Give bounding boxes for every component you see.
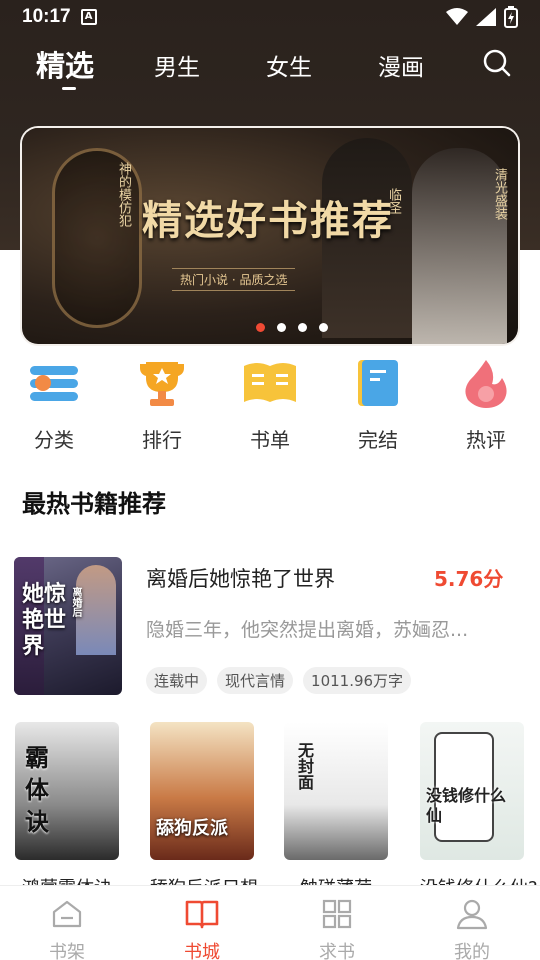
category-classify[interactable]: 分类 <box>14 358 94 453</box>
book-cover[interactable]: 霸体诀 <box>15 722 119 860</box>
category-label: 书单 <box>250 428 290 452</box>
featured-book[interactable]: 她惊艳世界 离婚后 离婚后她惊艳了世界 5.76分 隐婚三年，他突然提出离婚，苏… <box>14 557 526 697</box>
notification-a-icon: A <box>80 9 97 25</box>
book-card[interactable]: 舔狗反派 舔狗反派只想 <box>150 722 258 900</box>
book-cover[interactable]: 舔狗反派 <box>150 722 254 860</box>
nav-request-book[interactable]: 求书 <box>297 898 377 960</box>
signal-icon <box>476 8 496 26</box>
nav-profile[interactable]: 我的 <box>432 898 512 960</box>
flame-icon <box>465 360 507 408</box>
category-shortcuts: 分类 排行 书单 完结 热评 <box>0 358 540 458</box>
book-cover[interactable]: 无封面 <box>284 722 388 860</box>
battery-icon <box>504 6 518 28</box>
bookshelf-icon <box>52 900 82 928</box>
wifi-icon <box>446 8 468 25</box>
nav-bookstore[interactable]: 书城 <box>162 898 242 960</box>
category-label: 完结 <box>358 428 398 452</box>
search-icon[interactable] <box>482 48 512 78</box>
category-hot-reviews[interactable]: 热评 <box>446 358 526 453</box>
promo-banner[interactable]: 神的模仿犯 临圣 清光盛装 精选好书推荐 热门小说 · 品质之选 <box>22 128 518 344</box>
section-title: 最热书籍推荐 <box>22 490 166 518</box>
carousel-dot[interactable] <box>298 323 307 332</box>
banner-vertical-title-3: 清光盛装 <box>492 168 507 220</box>
carousel-dot[interactable] <box>256 323 265 332</box>
category-ranking[interactable]: 排行 <box>122 358 202 453</box>
book-card[interactable]: 霸体诀 鸿蒙霸体诀 <box>15 722 119 900</box>
tab-female[interactable]: 女生 <box>266 48 312 82</box>
nav-bookshelf[interactable]: 书架 <box>27 898 107 960</box>
book-card[interactable]: 没钱修什么仙 没钱修什么仙? <box>420 722 538 900</box>
category-label: 分类 <box>34 428 74 452</box>
top-nav: 精选 男生 女生 漫画 <box>0 38 540 98</box>
status-tag: 连载中 <box>146 667 208 694</box>
featured-book-description: 隐婚三年，他突然提出离婚，苏婳忍... <box>146 619 469 641</box>
featured-book-tags: 连载中 现代言情 1011.96万字 <box>146 667 412 694</box>
status-icons <box>446 6 518 28</box>
notebook-icon <box>358 360 398 406</box>
cover-subtitle-text: 离婚后 <box>70 587 81 617</box>
banner-title: 精选好书推荐 <box>142 197 394 244</box>
tab-male[interactable]: 男生 <box>154 48 200 82</box>
status-time: 10:17 <box>22 6 71 27</box>
carousel-dot[interactable] <box>319 323 328 332</box>
carousel-dot[interactable] <box>277 323 286 332</box>
category-label: 热评 <box>466 428 506 452</box>
user-icon <box>456 899 488 930</box>
nav-label: 书城 <box>184 942 220 960</box>
cover-title-text: 没钱修什么仙 <box>426 786 507 825</box>
bottom-nav: 书架 书城 求书 我的 <box>0 885 540 960</box>
trophy-icon <box>140 362 184 406</box>
word-count-tag: 1011.96万字 <box>303 667 412 694</box>
list-icon <box>30 366 78 401</box>
genre-tag: 现代言情 <box>217 667 294 694</box>
featured-book-cover[interactable]: 她惊艳世界 离婚后 <box>14 557 122 695</box>
tab-comics[interactable]: 漫画 <box>378 48 424 82</box>
book-icon <box>185 900 219 929</box>
category-booklist[interactable]: 书单 <box>230 358 310 453</box>
featured-book-title[interactable]: 离婚后她惊艳了世界 <box>146 563 335 593</box>
featured-book-score: 5.76分 <box>434 567 504 591</box>
cover-title-text: 无封面 <box>295 742 314 790</box>
grid-icon <box>322 899 352 929</box>
carousel-dots <box>22 323 518 332</box>
nav-label: 求书 <box>319 942 355 960</box>
cover-title-text: 霸体诀 <box>25 743 49 836</box>
book-grid: 霸体诀 鸿蒙霸体诀 舔狗反派 舔狗反派只想 无封面 触碰薄荷 没钱修什么仙 没钱… <box>0 722 540 899</box>
tab-featured[interactable]: 精选 <box>36 43 94 85</box>
nav-label: 我的 <box>454 942 490 960</box>
cover-title-text: 舔狗反派 <box>156 818 228 839</box>
category-completed[interactable]: 完结 <box>338 358 418 453</box>
banner-vertical-title-1: 神的模仿犯 <box>116 162 131 227</box>
open-book-icon <box>244 363 296 402</box>
category-label: 排行 <box>142 428 182 452</box>
book-card[interactable]: 无封面 触碰薄荷 <box>284 722 388 900</box>
banner-subtitle: 热门小说 · 品质之选 <box>172 268 296 291</box>
book-cover[interactable]: 没钱修什么仙 <box>420 722 524 860</box>
active-tab-indicator <box>62 87 76 90</box>
status-bar: 10:17 A <box>0 0 540 34</box>
nav-label: 书架 <box>49 942 85 960</box>
